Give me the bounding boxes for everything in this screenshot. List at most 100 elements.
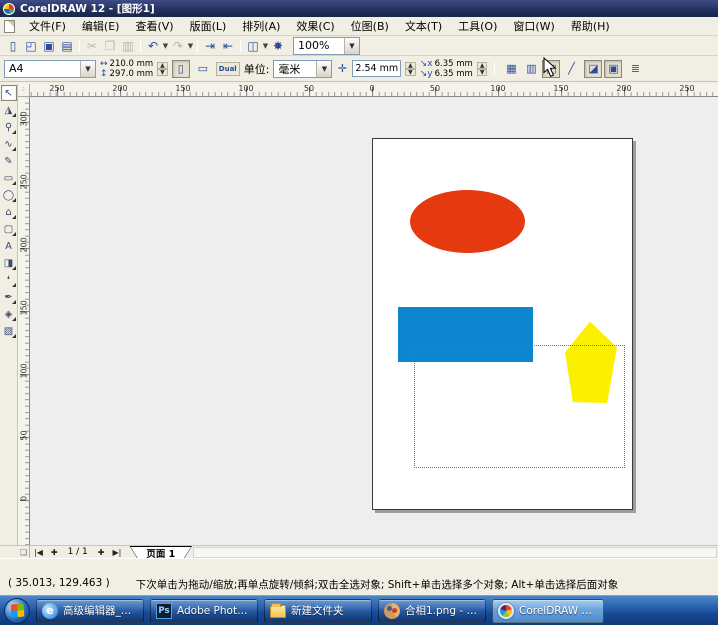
- landscape-orientation-button[interactable]: ▭: [194, 60, 212, 78]
- fill-tool[interactable]: ◈: [1, 306, 17, 322]
- paper-size-value: A4: [5, 62, 28, 75]
- zoom-level-combo[interactable]: 100% ▼: [293, 37, 360, 55]
- interactive-blend-tool[interactable]: ◨: [1, 255, 17, 271]
- outline-tool[interactable]: ✒: [1, 289, 17, 305]
- flyout-indicator-icon: [12, 232, 16, 236]
- shape-tool[interactable]: ◮: [1, 102, 17, 118]
- taskbar-button-ie[interactable]: e高级编辑器_百度...: [36, 599, 144, 623]
- nudge-offset-field[interactable]: 2.54 mm: [352, 60, 401, 77]
- property-bar: A4 ▼ ↔210.0 mm ↕297.0 mm ▲▼ ▯ ▭ Dual 单位:…: [0, 56, 718, 82]
- paper-width-value[interactable]: 210.0 mm: [110, 59, 154, 69]
- chevron-down-icon[interactable]: ▼: [262, 42, 269, 50]
- ruler-tick-label: 250: [49, 84, 64, 93]
- duplicate-distance[interactable]: ↘x6.35 mm ↘y6.35 mm: [420, 59, 473, 79]
- portrait-orientation-button[interactable]: ▯: [172, 60, 190, 78]
- menu-item-版面[interactable]: 版面(L): [182, 18, 235, 35]
- ruler-origin-corner[interactable]: ⁘: [18, 84, 30, 97]
- import-icon[interactable]: ⇥: [201, 37, 219, 54]
- copy-icon: ❐: [101, 37, 119, 54]
- go-last-page-button[interactable]: ▶|: [108, 548, 125, 557]
- horizontal-ruler[interactable]: 25020015010050050100150200250: [30, 84, 718, 97]
- horizontal-scrollbar[interactable]: [193, 547, 717, 558]
- menu-item-工具[interactable]: 工具(O): [450, 18, 505, 35]
- page-tab[interactable]: 页面 1: [129, 546, 192, 559]
- freehand-tool[interactable]: ∿: [1, 136, 17, 152]
- vertical-ruler[interactable]: 300250200150100500: [18, 97, 30, 545]
- menu-item-文件[interactable]: 文件(F): [21, 18, 74, 35]
- start-button[interactable]: [4, 598, 30, 624]
- menu-item-排列[interactable]: 排列(A): [234, 18, 288, 35]
- go-first-page-button[interactable]: |◀: [30, 548, 47, 557]
- treat-as-filled-icon[interactable]: ◪: [584, 60, 602, 78]
- zoom-tool[interactable]: ⚲: [1, 119, 17, 135]
- page-setup-icon[interactable]: ❏: [18, 546, 30, 558]
- paper-width-icon: ↔: [100, 59, 108, 69]
- paper-height-value[interactable]: 297.0 mm: [110, 69, 154, 79]
- taskbar-button-label: CorelDRAW 12 -...: [519, 605, 598, 617]
- duplicate-distance-spinner[interactable]: ▲▼: [477, 62, 488, 76]
- eyedropper-tool[interactable]: ❛: [1, 272, 17, 288]
- drawing-canvas[interactable]: [30, 97, 718, 545]
- text-tool[interactable]: A: [1, 238, 17, 254]
- snap-to-objects-icon[interactable]: ◫: [542, 60, 560, 78]
- chevron-down-icon[interactable]: ▼: [316, 61, 331, 77]
- duplicate-x-icon: ↘x: [420, 59, 433, 69]
- taskbar-button-label: 新建文件夹: [291, 603, 344, 618]
- menu-item-编辑[interactable]: 编辑(E): [74, 18, 128, 35]
- window-title: CorelDRAW 12 - [图形1]: [20, 1, 155, 16]
- pick-tool[interactable]: ↖: [1, 85, 17, 101]
- taskbar-button-photoshop[interactable]: PsAdobe Photosh...: [150, 599, 258, 623]
- duplicate-x-value[interactable]: 6.35 mm: [435, 59, 473, 69]
- add-page-before-button[interactable]: ✚: [47, 548, 62, 557]
- add-page-after-button[interactable]: ✚: [94, 548, 109, 557]
- application-launcher-icon[interactable]: ◫: [244, 37, 262, 54]
- chevron-down-icon[interactable]: ▼: [162, 42, 169, 50]
- export-icon[interactable]: ⇤: [219, 37, 237, 54]
- flyout-indicator-icon: [12, 283, 16, 287]
- snap-to-dynamic-guides-icon[interactable]: ╱: [562, 60, 580, 78]
- menu-item-位图[interactable]: 位图(B): [343, 18, 397, 35]
- new-document-icon[interactable]: ▯: [4, 37, 22, 54]
- enable-selection-icon[interactable]: ▣: [604, 60, 622, 78]
- snap-to-guidelines-icon[interactable]: ▥: [522, 60, 540, 78]
- open-icon[interactable]: ◰: [22, 37, 40, 54]
- nudge-offset-spinner[interactable]: ▲▼: [405, 62, 416, 76]
- menu-item-效果[interactable]: 效果(C): [288, 18, 342, 35]
- menu-item-窗口[interactable]: 窗口(W): [505, 18, 562, 35]
- snap-to-grid-icon[interactable]: ▦: [502, 60, 520, 78]
- polygon-tool[interactable]: ⌂: [1, 204, 17, 220]
- document-window-icon[interactable]: [4, 20, 15, 33]
- duplicate-y-value[interactable]: 6.35 mm: [435, 69, 473, 79]
- taskbar-button-label: 高级编辑器_百度...: [63, 603, 138, 618]
- page-tab-label[interactable]: 页面 1: [130, 547, 191, 559]
- taskbar-button-folder[interactable]: 新建文件夹: [264, 599, 372, 623]
- set-default-page-button[interactable]: Dual: [216, 62, 240, 76]
- options-list-icon[interactable]: ≣: [626, 60, 644, 78]
- interactive-fill-tool[interactable]: ▧: [1, 323, 17, 339]
- taskbar-button-paint[interactable]: 合相1.png - 画图: [378, 599, 486, 623]
- ellipse-shape[interactable]: [410, 190, 525, 253]
- status-bar: ( 35.013, 129.463 ) 下次单击为拖动/缩放;再单点旋转/倾斜;…: [0, 558, 718, 595]
- paper-dimensions[interactable]: ↔210.0 mm ↕297.0 mm: [100, 59, 153, 79]
- taskbar-button-label: Adobe Photosh...: [177, 605, 252, 617]
- chevron-down-icon[interactable]: ▼: [80, 61, 95, 77]
- menu-item-查看[interactable]: 查看(V): [127, 18, 181, 35]
- ellipse-tool[interactable]: ◯: [1, 187, 17, 203]
- ruler-tick-label: 150: [175, 84, 190, 93]
- paper-size-combo[interactable]: A4 ▼: [4, 60, 96, 78]
- rectangle-tool[interactable]: ▭: [1, 170, 17, 186]
- units-combo[interactable]: 毫米 ▼: [273, 60, 332, 78]
- menu-item-文本[interactable]: 文本(T): [397, 18, 450, 35]
- menu-item-帮助[interactable]: 帮助(H): [563, 18, 618, 35]
- save-icon[interactable]: ▣: [40, 37, 58, 54]
- chevron-down-icon[interactable]: ▼: [187, 42, 194, 50]
- undo-icon[interactable]: ↶: [144, 37, 162, 54]
- taskbar-button-coreldraw[interactable]: CorelDRAW 12 -...: [492, 599, 604, 623]
- corel-online-icon[interactable]: ✸: [269, 37, 287, 54]
- paper-size-spinner[interactable]: ▲▼: [157, 62, 168, 76]
- standard-toolbar: ▯◰▣▤✂❐▥↶▼↷▼⇥⇤◫▼✸ 100% ▼: [0, 36, 718, 56]
- smart-drawing-tool[interactable]: ✎: [1, 153, 17, 169]
- print-icon[interactable]: ▤: [58, 37, 76, 54]
- chevron-down-icon[interactable]: ▼: [344, 38, 359, 54]
- basic-shapes-tool[interactable]: ▢: [1, 221, 17, 237]
